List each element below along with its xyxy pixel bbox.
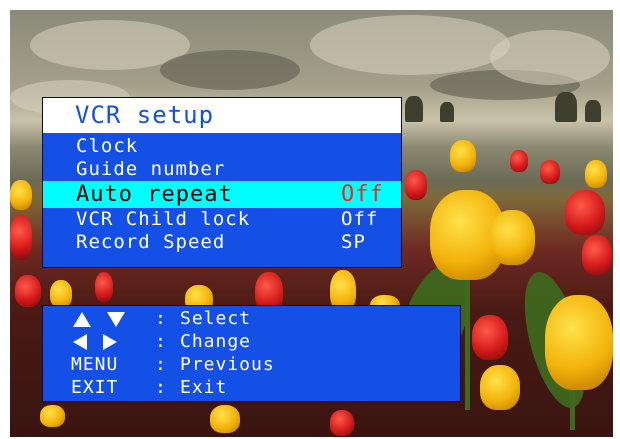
- tulip-red: [472, 315, 508, 360]
- help-separator: :: [155, 354, 167, 375]
- menu-item-label: Clock: [76, 135, 139, 157]
- help-key: MENU: [71, 354, 119, 375]
- help-separator: :: [155, 377, 167, 398]
- menu-item-guide-number[interactable]: Guide number: [43, 158, 401, 181]
- menu-item-value: Off: [341, 208, 379, 230]
- tulip-red: [330, 410, 354, 436]
- tree: [585, 100, 601, 122]
- tulip-yellow: [40, 405, 65, 427]
- tree: [555, 92, 577, 122]
- tulip-red: [95, 272, 113, 302]
- help-key: EXIT: [71, 377, 119, 398]
- help-desc: Exit: [180, 377, 228, 398]
- menu-item-record-speed[interactable]: Record Speed SP: [43, 231, 401, 254]
- triangle-right-icon: [103, 334, 117, 350]
- menu-item-value: Off: [341, 182, 384, 207]
- help-key-arrows: [73, 307, 163, 330]
- tulip-red: [582, 235, 612, 275]
- menu-item-label: Auto repeat: [76, 182, 233, 207]
- tulip-red: [405, 170, 427, 200]
- menu-item-label: Record Speed: [76, 231, 226, 253]
- tulip-red: [15, 275, 41, 307]
- tulip-red: [565, 190, 605, 235]
- menu-item-clock[interactable]: Clock: [43, 135, 401, 158]
- help-row-change: : Change: [43, 330, 460, 353]
- tulip-yellow: [585, 160, 607, 188]
- menu-item-value: SP: [341, 231, 366, 253]
- help-row-menu: MENU : Previous: [43, 353, 460, 376]
- menu-item-vcr-child-lock[interactable]: VCR Child lock Off: [43, 208, 401, 231]
- help-desc: Select: [180, 308, 252, 329]
- menu-item-label: Guide number: [76, 158, 226, 180]
- cloud: [310, 15, 510, 75]
- tulip-red: [510, 150, 528, 172]
- triangle-up-icon: [73, 311, 91, 327]
- cloud: [490, 30, 610, 85]
- help-desc: Previous: [180, 354, 275, 375]
- tree: [440, 102, 454, 122]
- tulip-yellow: [480, 365, 520, 410]
- tulip-yellow: [50, 280, 72, 308]
- triangle-left-icon: [73, 334, 87, 350]
- tulip-yellow: [545, 295, 613, 390]
- menu-title: VCR setup: [43, 98, 401, 133]
- cloud: [160, 50, 300, 90]
- tree: [405, 96, 423, 122]
- help-row-select: : Select: [43, 307, 460, 330]
- menu-item-label: VCR Child lock: [76, 208, 251, 230]
- vcr-setup-menu: VCR setup Clock Guide number Auto repeat…: [42, 97, 402, 268]
- help-row-exit: EXIT : Exit: [43, 376, 460, 399]
- help-key-arrows: [73, 330, 163, 353]
- tulip-yellow: [490, 210, 535, 265]
- help-panel: : Select : Change MENU : Previous EXIT :…: [42, 305, 461, 402]
- tulip-yellow: [450, 140, 476, 172]
- help-separator: :: [155, 308, 167, 329]
- menu-item-auto-repeat[interactable]: Auto repeat Off: [43, 181, 401, 208]
- help-separator: :: [155, 331, 167, 352]
- tulip-yellow: [10, 180, 32, 210]
- tulip-yellow: [210, 405, 240, 433]
- tulip-red: [540, 160, 560, 184]
- tulip-red: [10, 215, 32, 260]
- triangle-down-icon: [107, 311, 125, 327]
- help-desc: Change: [180, 331, 252, 352]
